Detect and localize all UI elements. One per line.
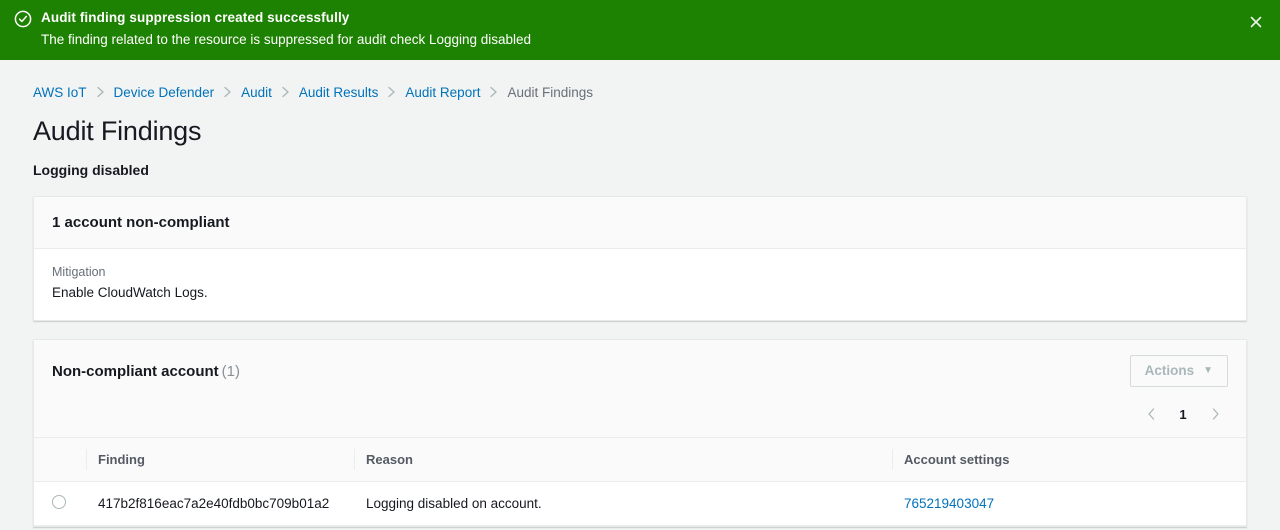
row-finding-cell: 417b2f816eac7a2e40fdb0bc709b01a2 xyxy=(86,482,354,526)
findings-table-body: 417b2f816eac7a2e40fdb0bc709b01a2 Logging… xyxy=(34,482,1246,526)
radio-unselected-icon[interactable] xyxy=(52,495,66,509)
breadcrumb: AWS IoT Device Defender Audit Audit Resu… xyxy=(33,77,1247,107)
findings-table: Finding Reason Account settings 417b2f81… xyxy=(34,437,1246,526)
column-header-select xyxy=(34,438,86,482)
summary-panel-body: Mitigation Enable CloudWatch Logs. xyxy=(34,249,1246,320)
row-select-cell[interactable] xyxy=(34,482,86,526)
table-panel-title-text: Non-compliant account xyxy=(52,363,219,380)
chevron-right-icon xyxy=(387,86,396,98)
page-title: Audit Findings xyxy=(33,116,1247,147)
flash-description: The finding related to the resource is s… xyxy=(41,31,531,49)
column-header-reason[interactable]: Reason xyxy=(354,438,892,482)
close-icon[interactable] xyxy=(1246,12,1266,32)
chevron-right-icon xyxy=(281,86,290,98)
summary-panel-header: 1 account non-compliant xyxy=(34,197,1246,249)
chevron-right-icon xyxy=(96,86,105,98)
mitigation-label: Mitigation xyxy=(52,265,1228,279)
table-pagination: 1 xyxy=(34,397,1246,437)
row-reason-cell: Logging disabled on account. xyxy=(354,482,892,526)
summary-panel-title: 1 account non-compliant xyxy=(52,214,230,231)
non-compliant-account-panel: Non-compliant account(1) Actions ▼ 1 Fin… xyxy=(33,339,1247,527)
account-settings-link[interactable]: 765219403047 xyxy=(904,496,994,511)
table-panel-count: (1) xyxy=(222,363,240,380)
success-flash-banner: Audit finding suppression created succes… xyxy=(0,0,1280,60)
breadcrumb-item-audit[interactable]: Audit xyxy=(241,85,272,100)
table-panel-title: Non-compliant account(1) xyxy=(52,363,240,380)
breadcrumb-item-device-defender[interactable]: Device Defender xyxy=(114,85,215,100)
flash-content: Audit finding suppression created succes… xyxy=(14,9,1266,49)
flash-title: Audit finding suppression created succes… xyxy=(41,9,531,27)
chevron-right-icon xyxy=(489,86,498,98)
actions-button-label: Actions xyxy=(1145,362,1195,380)
non-compliant-summary-panel: 1 account non-compliant Mitigation Enabl… xyxy=(33,196,1247,321)
actions-button[interactable]: Actions ▼ xyxy=(1130,355,1228,387)
table-row[interactable]: 417b2f816eac7a2e40fdb0bc709b01a2 Logging… xyxy=(34,482,1246,526)
breadcrumb-item-audit-results[interactable]: Audit Results xyxy=(299,85,379,100)
pagination-page-1[interactable]: 1 xyxy=(1170,401,1196,427)
page-subtitle: Logging disabled xyxy=(33,162,1247,178)
row-account-settings-cell: 765219403047 xyxy=(892,482,1246,526)
page-content: AWS IoT Device Defender Audit Audit Resu… xyxy=(0,77,1280,527)
table-panel-header: Non-compliant account(1) Actions ▼ xyxy=(34,340,1246,397)
mitigation-value: Enable CloudWatch Logs. xyxy=(52,285,1228,300)
column-header-finding[interactable]: Finding xyxy=(86,438,354,482)
table-header-row: Finding Reason Account settings xyxy=(34,438,1246,482)
chevron-right-icon xyxy=(223,86,232,98)
breadcrumb-item-audit-report[interactable]: Audit Report xyxy=(405,85,480,100)
findings-table-head: Finding Reason Account settings xyxy=(34,438,1246,482)
breadcrumb-item-aws-iot[interactable]: AWS IoT xyxy=(33,85,87,100)
column-header-account-settings[interactable]: Account settings xyxy=(892,438,1246,482)
breadcrumb-item-audit-findings: Audit Findings xyxy=(507,85,593,100)
caret-down-icon: ▼ xyxy=(1203,366,1213,376)
chevron-left-icon[interactable] xyxy=(1138,401,1164,427)
circle-check-icon xyxy=(14,10,32,28)
flash-text-block: Audit finding suppression created succes… xyxy=(41,9,531,49)
chevron-right-icon[interactable] xyxy=(1202,401,1228,427)
